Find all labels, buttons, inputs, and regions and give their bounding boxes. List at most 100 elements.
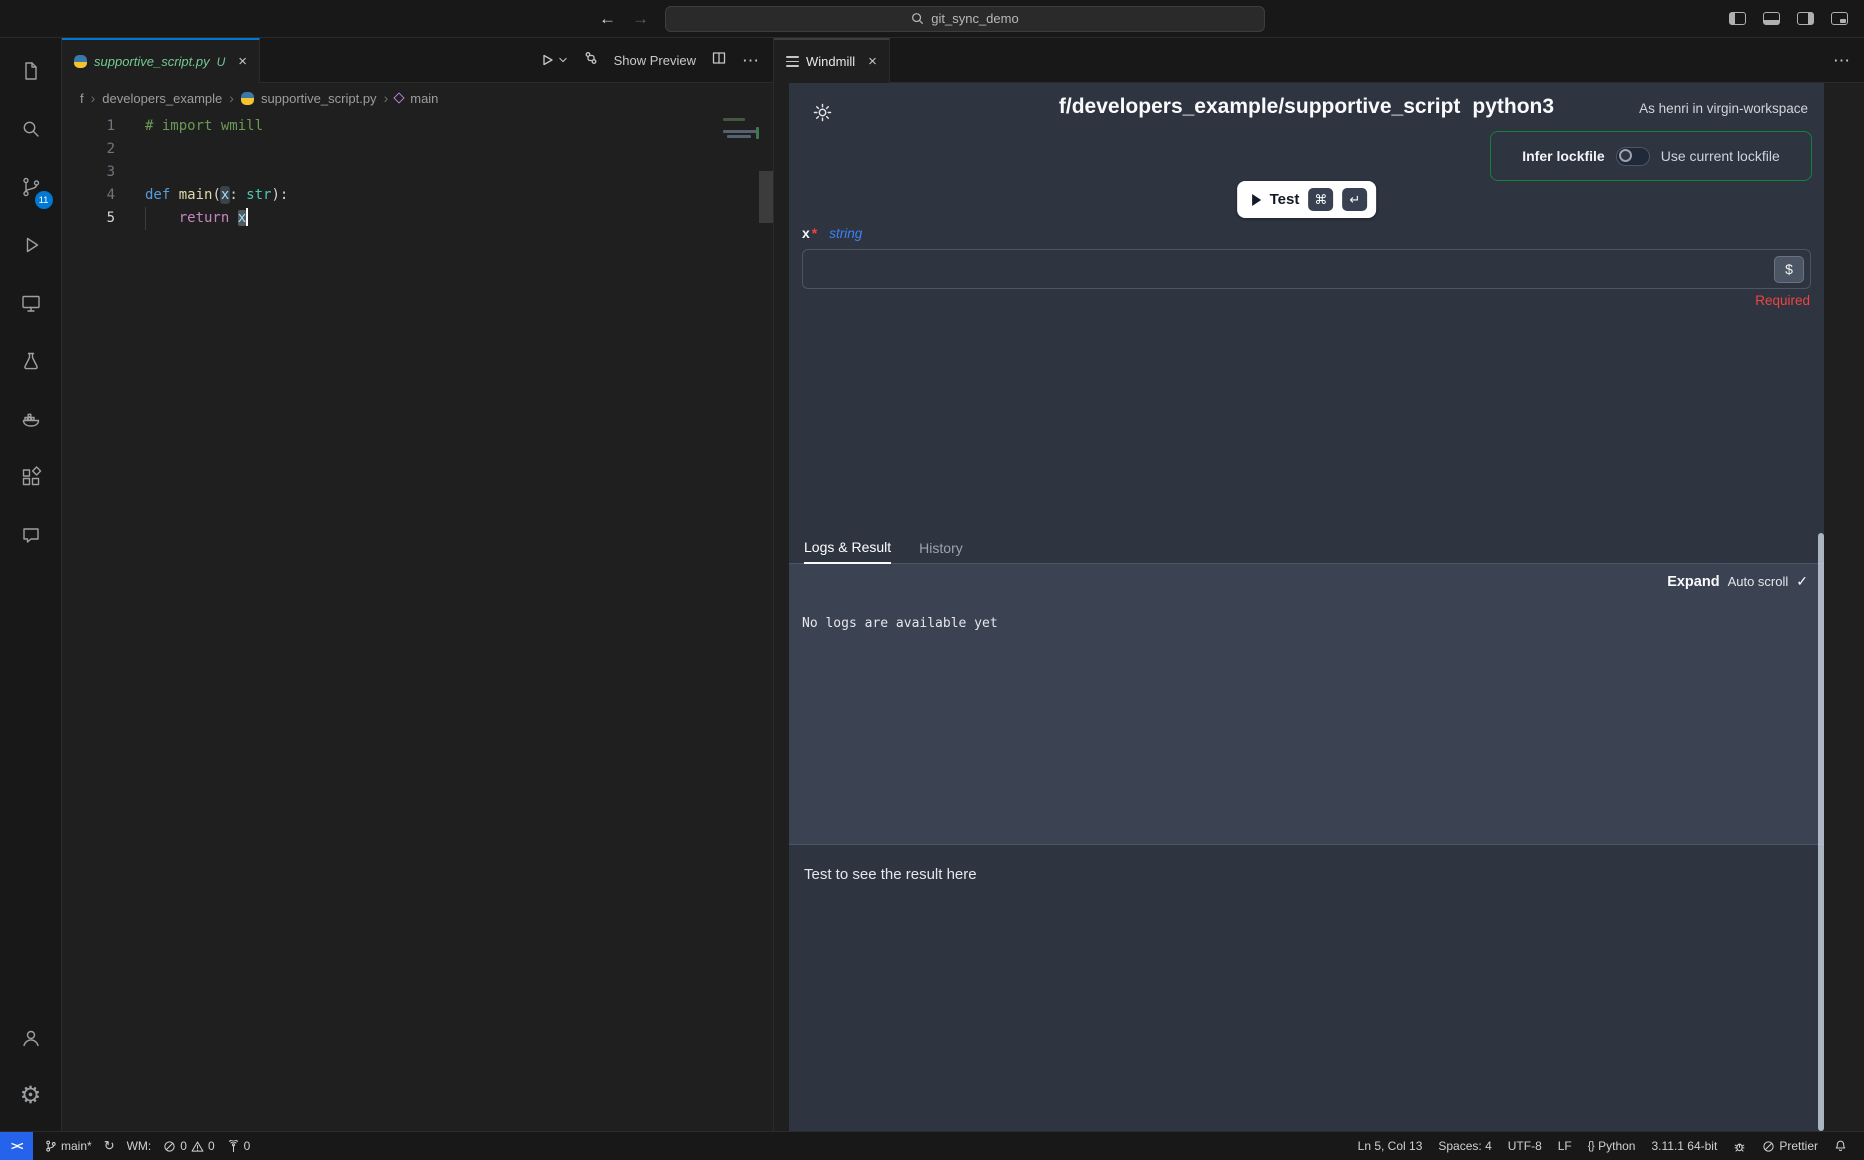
activitybar-source-control[interactable]: 11 xyxy=(0,158,62,216)
indentation-status[interactable]: Spaces: 4 xyxy=(1433,1135,1496,1157)
activitybar-testing[interactable] xyxy=(0,332,62,390)
close-icon[interactable]: × xyxy=(868,54,877,69)
cursor-position-status[interactable]: Ln 5, Col 13 xyxy=(1353,1135,1428,1157)
activity-bar: 11 ⚙ xyxy=(0,38,62,1131)
breadcrumb-folder[interactable]: developers_example xyxy=(102,91,222,106)
chevron-down-icon xyxy=(558,56,568,64)
prettier-label: Prettier xyxy=(1779,1139,1818,1153)
git-untracked-badge: U xyxy=(217,55,226,69)
editor-group: supportive_script.py U × Show Preview xyxy=(62,38,773,1131)
infer-lockfile-toggle[interactable] xyxy=(1616,147,1650,166)
code-line[interactable]: 2 xyxy=(62,138,773,161)
toggle-panel-icon[interactable] xyxy=(1763,12,1780,25)
git-compare-icon xyxy=(583,50,599,66)
activitybar-search[interactable] xyxy=(0,100,62,158)
debug-status[interactable] xyxy=(1728,1135,1751,1157)
code-line[interactable]: 5 return x xyxy=(62,207,773,230)
toggle-knob xyxy=(1619,149,1632,162)
sync-changes-button[interactable]: ↻ xyxy=(99,1135,120,1157)
python-interpreter-status[interactable]: 3.11.1 64-bit xyxy=(1646,1135,1722,1157)
activitybar-docker[interactable] xyxy=(0,390,62,448)
breadcrumb-symbol[interactable]: main xyxy=(410,91,438,106)
eol-status[interactable]: LF xyxy=(1553,1135,1577,1157)
webview-scrollbar[interactable] xyxy=(1818,533,1824,1131)
tab-history[interactable]: History xyxy=(919,540,963,563)
code-line[interactable]: 3 xyxy=(62,161,773,184)
workspace-note: As henri in virgin-workspace xyxy=(1639,101,1808,116)
code-editor[interactable]: 1# import wmill234def main(x: str):5 ret… xyxy=(62,113,773,1131)
activitybar-comments[interactable] xyxy=(0,506,62,564)
toggle-sidebar-icon[interactable] xyxy=(1729,12,1746,25)
breadcrumb-folder[interactable]: f xyxy=(80,91,84,106)
sync-icon: ↻ xyxy=(104,1138,115,1154)
argument-x-input[interactable] xyxy=(813,260,1774,278)
infer-lockfile-label: Infer lockfile xyxy=(1522,148,1604,164)
tab-supportive-script[interactable]: supportive_script.py U × xyxy=(62,38,260,83)
language-status[interactable]: {} Python xyxy=(1583,1135,1641,1157)
enter-key-icon: ↵ xyxy=(1342,188,1367,211)
python-file-icon xyxy=(74,55,87,68)
remote-indicator[interactable]: >< xyxy=(0,1132,33,1160)
argument-input-wrapper: $ xyxy=(802,249,1811,289)
test-button[interactable]: Test ⌘ ↵ xyxy=(1237,181,1377,218)
close-icon[interactable]: × xyxy=(238,54,247,69)
activitybar-run-debug[interactable] xyxy=(0,216,62,274)
show-preview-button[interactable]: Show Preview xyxy=(614,53,696,68)
branch-name: main* xyxy=(61,1139,92,1153)
open-changes-button[interactable] xyxy=(583,50,599,71)
tab-logs-result[interactable]: Logs & Result xyxy=(804,539,891,564)
customize-layout-icon[interactable] xyxy=(1831,12,1848,25)
chevron-right-icon: › xyxy=(384,90,389,106)
editor-actions: Show Preview ⋯ xyxy=(539,38,773,82)
text-cursor xyxy=(246,208,248,226)
back-arrow-icon[interactable]: ← xyxy=(599,10,616,27)
gear-icon: ⚙ xyxy=(20,1084,42,1108)
code-line[interactable]: 1# import wmill xyxy=(62,115,773,138)
encoding-status[interactable]: UTF-8 xyxy=(1503,1135,1547,1157)
editor-scrollbar[interactable] xyxy=(759,171,773,223)
command-center-search[interactable]: git_sync_demo xyxy=(665,6,1265,32)
activitybar-extensions[interactable] xyxy=(0,448,62,506)
toggle-secondary-sidebar-icon[interactable] xyxy=(1797,12,1814,25)
tab-windmill[interactable]: Windmill × xyxy=(774,38,890,83)
result-hint-text: Test to see the result here xyxy=(804,866,977,883)
use-current-lockfile-label: Use current lockfile xyxy=(1661,148,1780,164)
activitybar-remote-explorer[interactable] xyxy=(0,274,62,332)
argument-label: x * string xyxy=(802,225,862,241)
python-file-icon xyxy=(241,92,254,105)
notifications-status[interactable] xyxy=(1829,1135,1852,1157)
logs-controls: Expand Auto scroll ✓ xyxy=(1667,573,1808,590)
search-text: git_sync_demo xyxy=(931,11,1018,26)
variable-picker-button[interactable]: $ xyxy=(1774,256,1804,283)
prettier-status[interactable]: Prettier xyxy=(1757,1135,1823,1157)
activitybar-account[interactable] xyxy=(0,1009,62,1067)
autoscroll-label[interactable]: Auto scroll xyxy=(1728,574,1789,589)
webview-wrap: f/developers_example/supportive_scriptpy… xyxy=(774,83,1864,1131)
split-editor-button[interactable] xyxy=(711,50,727,71)
windmill-tab-bar: Windmill × ⋯ xyxy=(774,38,1864,83)
split-editor-icon xyxy=(711,50,727,66)
editor-tab-bar: supportive_script.py U × Show Preview xyxy=(62,38,773,83)
windmill-status[interactable]: WM: xyxy=(122,1135,157,1157)
logs-panel: Expand Auto scroll ✓ No logs are availab… xyxy=(789,564,1824,844)
forward-arrow-icon[interactable]: → xyxy=(632,10,649,27)
activitybar-settings[interactable]: ⚙ xyxy=(0,1067,62,1125)
breadcrumb-file[interactable]: supportive_script.py xyxy=(261,91,377,106)
more-actions-icon[interactable]: ⋯ xyxy=(742,52,759,69)
braces-icon: {} xyxy=(1588,1140,1594,1152)
problems-status[interactable]: 0 0 xyxy=(158,1135,219,1157)
expand-button[interactable]: Expand xyxy=(1667,574,1719,590)
ports-status[interactable]: 0 xyxy=(222,1135,256,1157)
more-actions-icon[interactable]: ⋯ xyxy=(1833,52,1850,69)
symbol-method-icon xyxy=(394,92,405,103)
play-icon xyxy=(539,52,555,68)
run-python-file-button[interactable] xyxy=(539,52,568,68)
minimap[interactable] xyxy=(719,113,759,1131)
radio-tower-icon xyxy=(227,1140,240,1153)
status-bar: >< main* ↻ WM: 0 0 0 Ln 5 xyxy=(0,1131,1864,1160)
warning-icon xyxy=(191,1140,204,1153)
windmill-webview: f/developers_example/supportive_scriptpy… xyxy=(789,83,1824,1131)
code-line[interactable]: 4def main(x: str): xyxy=(62,184,773,207)
git-branch-status[interactable]: main* xyxy=(39,1135,97,1157)
activitybar-explorer[interactable] xyxy=(0,42,62,100)
